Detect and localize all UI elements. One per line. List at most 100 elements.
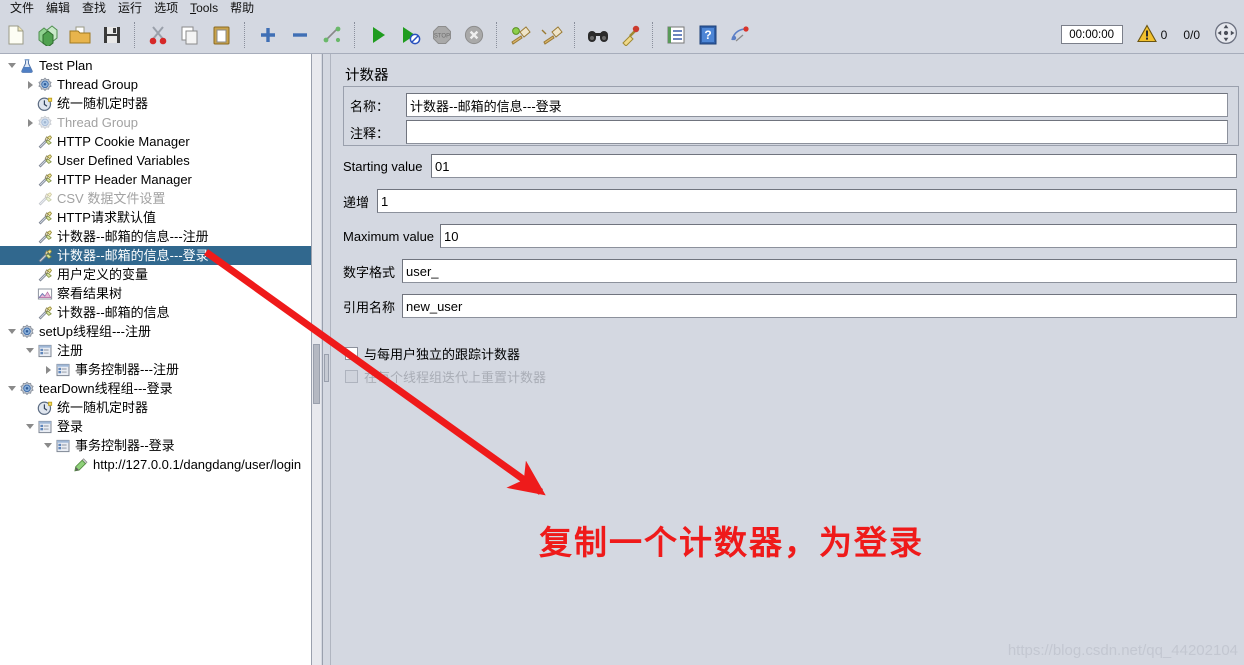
chevron-down-icon[interactable]: [6, 56, 18, 75]
tree-scrollbar-thumb[interactable]: [313, 344, 320, 404]
copy-icon[interactable]: [175, 20, 205, 50]
tree-scrollbar[interactable]: [312, 54, 321, 665]
toolbar-separator: [496, 21, 498, 48]
chevron-down-icon[interactable]: [6, 379, 18, 398]
chevron-down-icon[interactable]: [24, 417, 36, 436]
config-icon: [36, 152, 54, 170]
tree-toggle-spacer: [24, 151, 36, 170]
menu-item-edit[interactable]: 编辑: [40, 0, 76, 16]
chevron-right-icon[interactable]: [42, 360, 54, 379]
clear-all-icon[interactable]: [537, 20, 567, 50]
tree-node[interactable]: User Defined Variables: [0, 151, 311, 170]
menu-item-tools-rest: ools: [196, 1, 219, 15]
toggle-icon[interactable]: [317, 20, 347, 50]
tree-node[interactable]: 用户定义的变量: [0, 265, 311, 284]
clear-icon[interactable]: [505, 20, 535, 50]
maximum-value-input[interactable]: [440, 224, 1237, 248]
tree-node[interactable]: Thread Group: [0, 75, 311, 94]
start-icon[interactable]: [363, 20, 393, 50]
tree-node[interactable]: HTTP Header Manager: [0, 170, 311, 189]
panel-scrollbar[interactable]: [323, 54, 331, 665]
tree-node[interactable]: tearDown线程组---登录: [0, 379, 311, 398]
cut-icon[interactable]: [143, 20, 173, 50]
tree-node[interactable]: 统一随机定时器: [0, 94, 311, 113]
tree-node[interactable]: CSV 数据文件设置: [0, 189, 311, 208]
chevron-down-icon[interactable]: [42, 436, 54, 455]
reference-name-input[interactable]: [402, 294, 1237, 318]
name-input[interactable]: [406, 93, 1228, 117]
chevron-right-icon[interactable]: [24, 113, 36, 132]
panel-scrollbar-thumb[interactable]: [324, 354, 329, 382]
tree-node[interactable]: 计数器--邮箱的信息---注册: [0, 227, 311, 246]
tree-node[interactable]: 注册: [0, 341, 311, 360]
tree-node[interactable]: 事务控制器--登录: [0, 436, 311, 455]
undo-icon[interactable]: [725, 20, 755, 50]
collapse-all-icon[interactable]: [285, 20, 315, 50]
tree-node[interactable]: Test Plan: [0, 56, 311, 75]
reset-per-iteration-label: 在每个线程组迭代上重置计数器: [364, 370, 547, 385]
comment-input[interactable]: [406, 120, 1228, 144]
tree-node-label: 事务控制器--登录: [75, 438, 175, 453]
help-icon[interactable]: ?: [693, 20, 723, 50]
tree-toggle-spacer: [24, 303, 36, 322]
menu-item-tools[interactable]: Tools: [184, 0, 224, 16]
menu-item-help[interactable]: 帮助: [224, 0, 260, 16]
tree-node[interactable]: 计数器--邮箱的信息: [0, 303, 311, 322]
tree-node[interactable]: 事务控制器---注册: [0, 360, 311, 379]
save-icon[interactable]: [97, 20, 127, 50]
chevron-right-icon[interactable]: [24, 75, 36, 94]
menu-item-run[interactable]: 运行: [112, 0, 148, 16]
function-helper-icon[interactable]: [661, 20, 691, 50]
tree-node[interactable]: setUp线程组---注册: [0, 322, 311, 341]
tree-node[interactable]: HTTP请求默认值: [0, 208, 311, 227]
templates-icon[interactable]: [33, 20, 63, 50]
tree-node[interactable]: HTTP Cookie Manager: [0, 132, 311, 151]
tree-node[interactable]: Thread Group: [0, 113, 311, 132]
warning-icon[interactable]: [1136, 23, 1157, 46]
tree-node[interactable]: 登录: [0, 417, 311, 436]
chevron-down-icon[interactable]: [24, 341, 36, 360]
tree-node[interactable]: 察看结果树: [0, 284, 311, 303]
number-format-input[interactable]: [402, 259, 1237, 283]
chevron-down-icon[interactable]: [6, 322, 18, 341]
increment-input[interactable]: [377, 189, 1237, 213]
svg-text:STOP: STOP: [434, 33, 450, 39]
expand-all-icon[interactable]: [253, 20, 283, 50]
track-per-user-checkbox-row[interactable]: 与每用户独立的跟踪计数器: [345, 344, 520, 363]
open-icon[interactable]: [65, 20, 95, 50]
menu-item-search[interactable]: 查找: [76, 0, 112, 16]
menu-item-options[interactable]: 选项: [148, 0, 184, 16]
thread-group-icon: [36, 114, 54, 132]
search-icon[interactable]: [583, 20, 613, 50]
reset-per-iteration-checkbox-row: 在每个线程组迭代上重置计数器: [345, 367, 546, 386]
reset-search-icon[interactable]: [615, 20, 645, 50]
starting-value-input[interactable]: [431, 154, 1237, 178]
expand-view-icon[interactable]: [1214, 21, 1238, 48]
config-icon: [36, 228, 54, 246]
tree-toggle-spacer: [24, 227, 36, 246]
elapsed-timer: 00:00:00: [1060, 25, 1123, 44]
paste-icon[interactable]: [207, 20, 237, 50]
tree-node-label: Thread Group: [57, 115, 138, 130]
tree-node-label: Thread Group: [57, 77, 138, 92]
tree-node[interactable]: http://127.0.0.1/dangdang/user/login: [0, 455, 311, 474]
tree-node[interactable]: 统一随机定时器: [0, 398, 311, 417]
start-no-pauses-icon[interactable]: [395, 20, 425, 50]
tree-node[interactable]: 计数器--邮箱的信息---登录: [0, 246, 311, 265]
track-per-user-checkbox[interactable]: [345, 347, 358, 360]
tree-toggle-spacer: [24, 208, 36, 227]
tree-node-label: HTTP Header Manager: [57, 172, 192, 187]
menu-item-file[interactable]: 文件: [4, 0, 40, 16]
test-plan-tree[interactable]: Test Plan Thread Group 统一随机定时器 Thread Group…: [0, 54, 312, 665]
tree-node-label: 计数器--邮箱的信息---注册: [57, 229, 209, 244]
new-icon[interactable]: [1, 20, 31, 50]
